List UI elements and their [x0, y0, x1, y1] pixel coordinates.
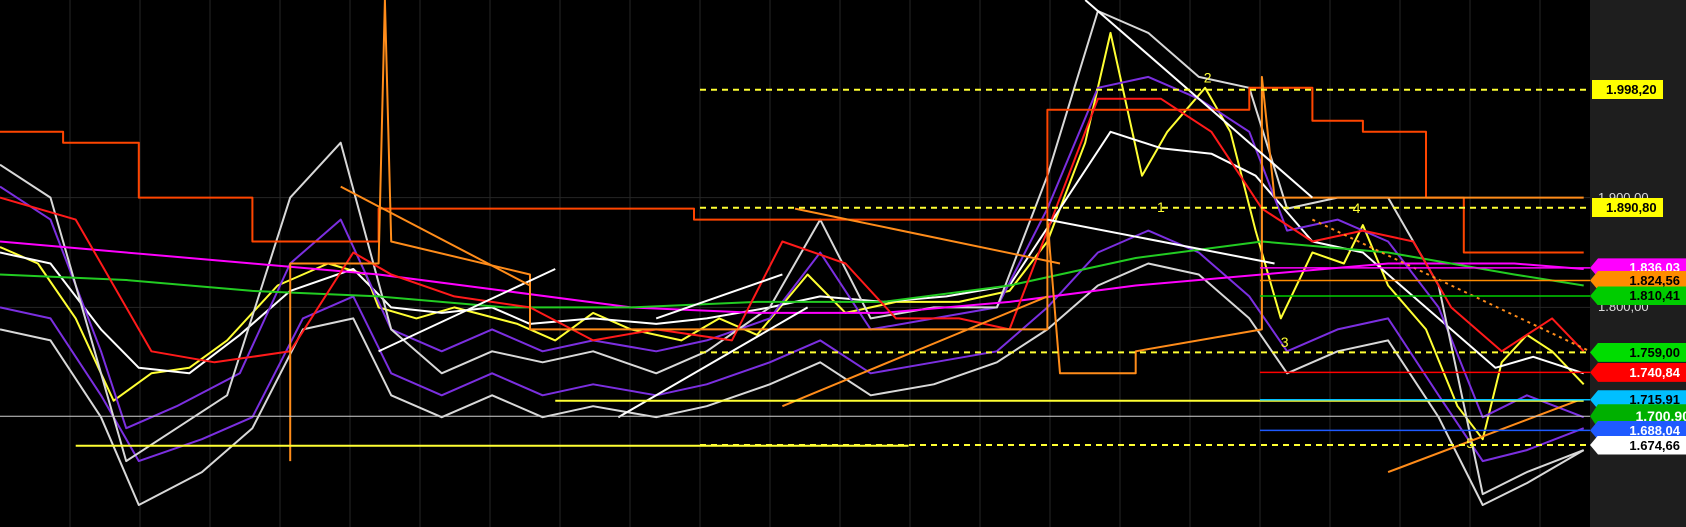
series-line-4 — [0, 10, 1585, 496]
price-level-label: 1.890,80 — [1592, 198, 1663, 218]
series-line-9 — [0, 97, 1585, 364]
wave-label: 3 — [1281, 334, 1289, 350]
trendline-5 — [340, 185, 531, 287]
price-level-label: 1.998,20 — [1592, 80, 1663, 100]
price-level-label: 1.759,00 — [1590, 342, 1686, 362]
series-line-10 — [289, 0, 1584, 462]
trendline-2 — [378, 268, 556, 353]
series-line-8 — [0, 86, 1584, 254]
wave-label: 1 — [1157, 199, 1165, 215]
trendline-9 — [1311, 218, 1590, 353]
series-line-5 — [0, 262, 1585, 506]
wave-label: 2 — [1204, 69, 1212, 85]
series-line-1 — [0, 130, 1585, 375]
price-level-label: 1.810,41 — [1590, 286, 1686, 306]
price-level-label: 1.740,84 — [1590, 362, 1686, 382]
price-chart[interactable]: 1 2 3 4 5 — [0, 0, 1590, 527]
series-line-3 — [0, 229, 1585, 463]
price-level-label: 1.674,66 — [1590, 435, 1686, 455]
trendline-1 — [1047, 218, 1275, 265]
series-line-7 — [0, 240, 1584, 309]
wave-label: 4 — [1353, 200, 1361, 216]
trendline-6 — [794, 207, 1061, 265]
wave-label: 5 — [1466, 435, 1474, 451]
